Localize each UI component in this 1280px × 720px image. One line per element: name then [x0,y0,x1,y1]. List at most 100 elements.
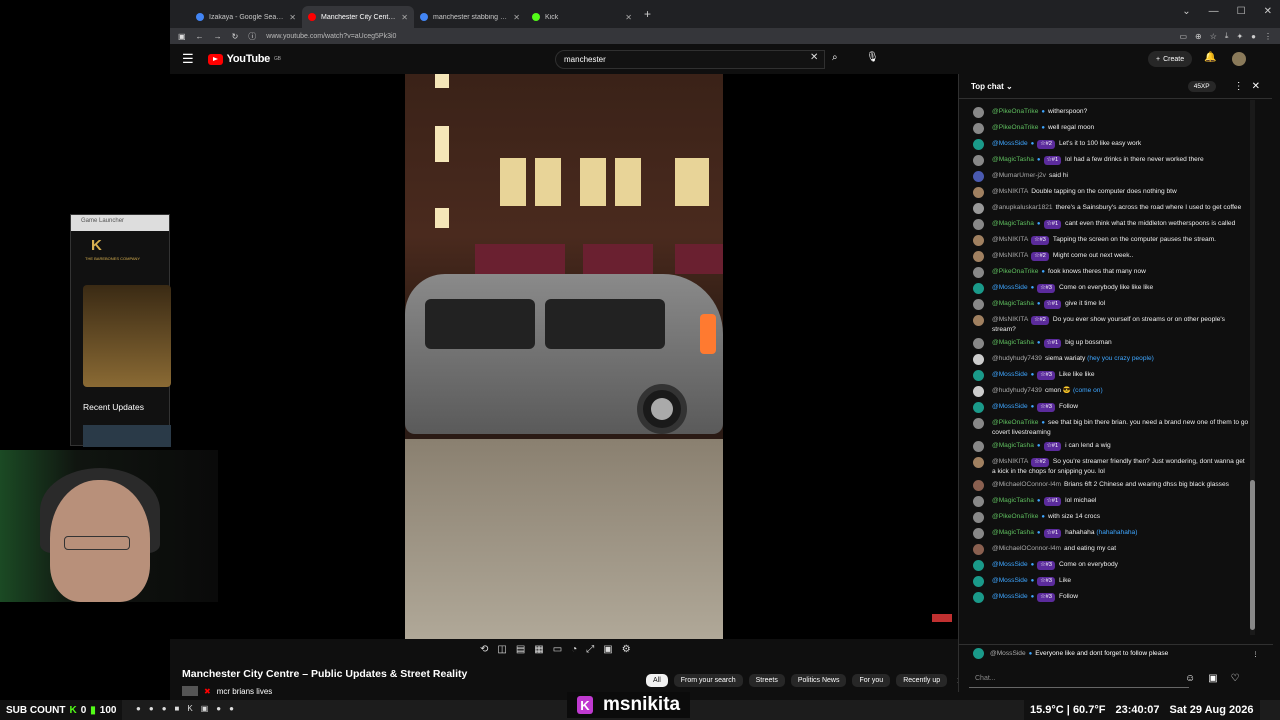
bookmark-star-icon[interactable]: ☆ [1210,32,1217,41]
chat-message[interactable]: @MossSide ● ☆#3 Come on everybody [959,559,1257,575]
minimize-icon[interactable]: — [1209,6,1219,17]
pip-icon[interactable]: ▤ [516,644,525,655]
chat-scroll-thumb[interactable] [1250,480,1255,630]
browser-tab[interactable]: Kick ✕ [526,6,638,28]
game-banner-image[interactable] [83,285,171,387]
app-icon[interactable]: ● [149,704,154,713]
close-window-icon[interactable]: ✕ [1264,6,1272,17]
chat-message[interactable]: @MagicTasha ● ☆#1 cant even think what the … [959,218,1257,234]
chat-author[interactable]: @MumarUmer-j2v [992,172,1046,179]
forward-icon[interactable]: → [214,32,222,41]
maximize-icon[interactable]: ☐ [1237,6,1246,17]
update-thumbnail[interactable] [83,425,171,447]
chat-author[interactable]: @PikeOnaTrike [992,513,1038,520]
close-tab-icon[interactable]: ✕ [513,13,520,22]
filter-chip[interactable]: Recently up [896,674,948,687]
chat-message[interactable]: @MichaelOConnor-l4m and eating my cat [959,543,1257,559]
app-icon[interactable]: ■ [175,704,180,713]
clear-search-icon[interactable]: ✕ [810,52,818,63]
speed-icon[interactable]: ◔ [571,644,577,655]
chat-author[interactable]: @MichaelOConnor-l4m [992,545,1061,552]
chat-author[interactable]: @MagicTasha [992,156,1034,163]
url-field[interactable]: www.youtube.com/watch?v=aUceg5Pk3i0 [266,33,396,40]
xp-badge[interactable]: 45XP [1187,80,1216,92]
download-icon[interactable]: ⤓ [1225,31,1229,41]
app-icon[interactable]: ● [162,704,167,713]
chat-author[interactable]: @MsNIKITA [992,252,1028,259]
chat-message[interactable]: @MsNIKITA ☆#3 Tapping the screen on the co… [959,234,1257,250]
chat-input[interactable]: Chat... [969,672,1189,688]
chat-message[interactable]: @MagicTasha ● ☆#1 lol michael [959,495,1257,511]
chat-author[interactable]: @MsNIKITA [992,316,1028,323]
screenshot-icon[interactable]: ▣ [603,644,612,655]
chat-author[interactable]: @MossSide [992,593,1028,600]
chat-author[interactable]: @MagicTasha [992,339,1034,346]
pinned-menu-icon[interactable]: ⋮ [1252,650,1259,658]
channel-name[interactable]: mcr brians lives [217,687,273,696]
chat-message[interactable]: @MossSide ● ☆#3 Follow [959,591,1257,607]
chat-message[interactable]: @PikeOnaTrike ● well regal moon [959,122,1257,138]
video-frame[interactable] [405,74,723,639]
clip-icon[interactable]: ▦ [534,644,543,655]
chat-message[interactable]: @MossSide ● ☆#3 Like like like [959,369,1257,385]
notifications-bell-icon[interactable]: 🔔 [1204,52,1216,63]
chat-message[interactable]: @MagicTasha ● ☆#1 hahahaha (hahahahaha) [959,527,1257,543]
chat-author[interactable]: @anupkaluskar1821 [992,204,1053,211]
reload-icon[interactable]: ↻ [232,32,239,41]
app-icon[interactable]: ▣ [201,704,209,713]
cast-icon[interactable]: ▭ [1179,32,1187,41]
chat-message[interactable]: @hudyhudy7439 siema wariaty (hey you craz… [959,353,1257,369]
chat-author[interactable]: @MichaelOConnor-l4m [992,481,1061,488]
chat-message[interactable]: @MossSide ● ☆#3 Come on everybody like like… [959,282,1257,298]
chat-message[interactable]: @MagicTasha ● ☆#1 big up bossman [959,337,1257,353]
chat-message[interactable]: @MsNIKITA ☆#2 Do you ever show yourself on… [959,314,1257,337]
chat-message[interactable]: @anupkaluskar1821 there's a Sainsbury's a… [959,202,1257,218]
sidebar-icon[interactable]: ▣ [178,32,186,41]
profile-icon[interactable]: ● [1251,32,1256,41]
youtube-logo[interactable]: YouTube GB [207,53,281,65]
top-chat-dropdown[interactable]: Top chat ⌄ [971,82,1188,91]
hamburger-menu-icon[interactable]: ☰ [182,51,194,67]
site-info-icon[interactable]: ⓘ [248,31,256,42]
chat-author[interactable]: @MagicTasha [992,529,1034,536]
back-icon[interactable]: ← [196,32,204,41]
chat-message[interactable]: @hudyhudy7439 cmon 😎 (come on) [959,385,1257,401]
chat-message[interactable]: @PikeOnaTrike ● witherspoon? [959,106,1257,122]
chat-message[interactable]: @MumarUmer-j2v said hi [959,170,1257,186]
chat-message[interactable]: @MagicTasha ● ☆#1 i can lend a wig [959,440,1257,456]
chat-message[interactable]: @MossSide ● ☆#3 Follow [959,401,1257,417]
filter-chip[interactable]: From your search [673,674,743,687]
chat-author[interactable]: @MossSide [992,577,1028,584]
chat-message[interactable]: @MossSide ● ☆#3 Like [959,575,1257,591]
close-tab-icon[interactable]: ✕ [625,13,632,22]
search-icon[interactable]: ⌕ [832,52,838,63]
browser-tab[interactable]: Izakaya - Google Search ✕ [190,6,302,28]
chat-message[interactable]: @MichaelOConnor-l4m Brians 6ft 2 Chinese … [959,479,1257,495]
chat-author[interactable]: @MsNIKITA [992,458,1028,465]
chat-author[interactable]: @MossSide [992,284,1028,291]
chat-author[interactable]: @PikeOnaTrike [992,268,1038,275]
emoji-icon[interactable]: ☺ [1185,673,1195,684]
chat-message[interactable]: @MossSide ● ☆#2 Let's it to 100 like easy w… [959,138,1257,154]
browser-tab[interactable]: manchester stabbing - Google ✕ [414,6,526,28]
new-tab-icon[interactable]: + [644,7,651,21]
chat-message[interactable]: @MsNIKITA ☆#2 So you're streamer friendly … [959,456,1257,479]
chat-author[interactable]: @MsNIKITA [992,188,1028,195]
heart-icon[interactable]: ♡ [1231,673,1240,684]
filter-chip[interactable]: Politics News [790,674,847,687]
loop-icon[interactable]: ⟲ [480,644,488,655]
extension-icon[interactable]: ✦ [1236,32,1243,41]
close-tab-icon[interactable]: ✕ [289,13,296,22]
chat-author[interactable]: @MossSide [992,403,1028,410]
chat-message[interactable]: @MagicTasha ● ☆#1 lol had a few drinks in t… [959,154,1257,170]
chat-author[interactable]: @PikeOnaTrike [992,108,1038,115]
chat-author[interactable]: @MsNIKITA [992,236,1028,243]
chat-author[interactable]: @MossSide [992,561,1028,568]
chat-author[interactable]: @MagicTasha [992,497,1034,504]
app-icon[interactable]: K [187,704,192,713]
browser-tab[interactable]: Manchester City Centre - P ✕ [302,6,414,28]
app-icon[interactable]: ● [136,704,141,713]
close-chat-icon[interactable]: ✕ [1252,81,1260,92]
menu-icon[interactable]: ⋮ [1264,32,1272,41]
settings-gear-icon[interactable]: ⚙ [622,644,631,655]
